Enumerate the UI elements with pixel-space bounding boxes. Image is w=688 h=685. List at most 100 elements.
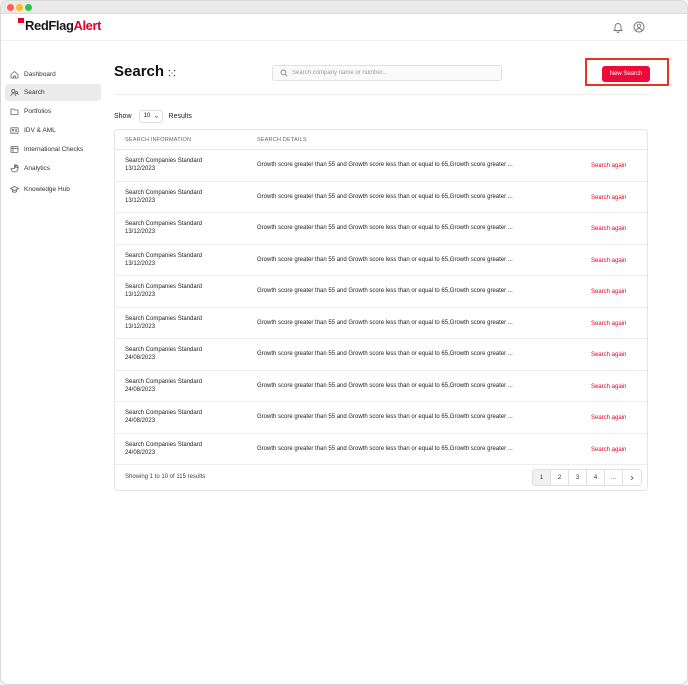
globe-icon <box>10 146 19 153</box>
results-count: Showing 1 to 10 of 115 results <box>125 474 206 480</box>
search-details: Growth score greater than 55 and Growth … <box>257 382 513 389</box>
table-row: Search Companies Standard 24/08/2023 Growt… <box>115 339 647 371</box>
new-search-button[interactable]: New Search <box>602 66 650 82</box>
table-row: Search Companies Standard 24/08/2023 Growt… <box>115 434 647 465</box>
search-details: Growth score greater than 55 and Growth … <box>257 445 513 452</box>
title-bar <box>1 1 687 14</box>
search-name: Search Companies Standard <box>125 158 203 164</box>
sidebar-item-idv-aml[interactable]: IDV & AML <box>5 122 101 139</box>
search-date: 13/12/2023 <box>125 197 156 204</box>
users-search-icon <box>10 88 19 97</box>
sidebar-item-portfolios[interactable]: Portfolios <box>5 103 101 120</box>
sidebar-item-label: International Checks <box>24 146 84 153</box>
search-name: Search Companies Standard <box>125 284 203 290</box>
search-details: Growth score greater than 55 and Growth … <box>257 256 513 263</box>
search-name: Search Companies Standard <box>125 315 203 322</box>
page-size-control: Show 10 Results <box>114 109 192 123</box>
search-again-link[interactable]: Search again <box>591 289 626 295</box>
header-divider <box>114 94 649 95</box>
search-again-link[interactable]: Search again <box>591 447 626 453</box>
page-button-2[interactable]: 2 <box>551 470 569 485</box>
search-date: 24/08/2023 <box>125 449 156 456</box>
page-button-3[interactable]: 3 <box>569 470 587 485</box>
minimize-window-button[interactable] <box>16 4 23 11</box>
sidebar-item-dashboard[interactable]: Dashboard <box>5 66 101 83</box>
bell-icon[interactable] <box>612 21 624 33</box>
next-page-button[interactable] <box>623 470 641 485</box>
flag-logo-mark <box>18 18 24 23</box>
search-again-link[interactable]: Search again <box>591 415 626 421</box>
table-row: Search Companies Standard 13/12/2023 Growt… <box>115 308 647 339</box>
page-button-1[interactable]: 1 <box>533 470 551 485</box>
sidebar-item-label: Portfolios <box>24 108 52 115</box>
column-header-search-information: SEARCH INFORMATION <box>125 137 192 143</box>
sidebar-item-knowledge-hub[interactable]: Knowledge Hub <box>5 181 101 198</box>
search-details: Growth score greater than 55 and Growth … <box>257 162 513 168</box>
grid-dots-icon[interactable] <box>168 69 176 77</box>
search-date: 13/12/2023 <box>125 323 156 330</box>
sidebar-item-label: Dashboard <box>24 71 56 78</box>
table-body: Search Companies Standard 13/12/2023 Growt… <box>115 150 647 465</box>
folder-icon <box>10 108 19 115</box>
user-circle-icon[interactable] <box>633 21 645 33</box>
show-label: Show <box>114 112 132 120</box>
search-details: Growth score greater than 55 and Growth … <box>257 351 513 357</box>
table-row: Search Companies Standard 13/12/2023 Growt… <box>115 150 647 182</box>
sidebar-item-international-checks[interactable]: International Checks <box>5 141 101 158</box>
pagination: 1 2 3 4 ... <box>532 469 642 486</box>
redflagalert-logo[interactable]: RedFlagAlert <box>18 18 102 33</box>
search-input[interactable] <box>292 70 492 76</box>
sidebar-item-analytics[interactable]: Analytics <box>5 160 101 177</box>
chevron-right-icon <box>630 475 634 480</box>
search-date: 24/08/2023 <box>125 386 156 393</box>
table-row: Search Companies Standard 24/08/2023 Growt… <box>115 371 647 402</box>
search-details: Growth score greater than 55 and Growth … <box>257 319 513 326</box>
new-search-highlight: New Search <box>585 58 669 86</box>
search-date: 24/08/2023 <box>125 418 156 424</box>
search-again-link[interactable]: Search again <box>591 258 626 264</box>
search-name: Search Companies Standard <box>125 189 203 196</box>
search-history-table: SEARCH INFORMATION SEARCH DETAILS Search… <box>114 129 648 491</box>
sidebar-item-label: Search <box>24 89 45 96</box>
page-title: Search <box>114 63 165 80</box>
search-name: Search Companies Standard <box>125 410 203 416</box>
close-window-button[interactable] <box>7 4 14 11</box>
search-date: 13/12/2023 <box>125 229 156 235</box>
column-header-search-details: SEARCH DETAILS <box>257 137 307 143</box>
search-name: Search Companies Standard <box>125 221 203 227</box>
sidebar-item-label: Knowledge Hub <box>24 186 70 193</box>
page-size-value: 10 <box>143 113 151 119</box>
search-again-link[interactable]: Search again <box>591 352 626 358</box>
search-name: Search Companies Standard <box>125 441 203 448</box>
id-card-icon <box>10 127 19 134</box>
search-name: Search Companies Standard <box>125 252 203 259</box>
top-header: RedFlagAlert <box>1 14 687 41</box>
sidebar-item-search[interactable]: Search <box>5 84 101 101</box>
chevron-down-icon <box>154 115 158 118</box>
page-size-select[interactable]: 10 <box>138 109 163 123</box>
search-again-link[interactable]: Search again <box>591 321 626 327</box>
search-date: 24/08/2023 <box>125 355 156 361</box>
search-date: 13/12/2023 <box>125 166 156 172</box>
table-footer: Showing 1 to 10 of 115 results 1 2 3 4 .… <box>115 465 647 490</box>
search-name: Search Companies Standard <box>125 347 203 353</box>
search-details: Growth score greater than 55 and Growth … <box>257 414 513 420</box>
search-details: Growth score greater than 55 and Growth … <box>257 225 513 231</box>
table-row: Search Companies Standard 13/12/2023 Growt… <box>115 213 647 245</box>
home-icon <box>10 70 19 79</box>
page-ellipsis[interactable]: ... <box>605 470 623 485</box>
search-again-link[interactable]: Search again <box>591 384 626 390</box>
search-name: Search Companies Standard <box>125 378 203 385</box>
table-row: Search Companies Standard 13/12/2023 Growt… <box>115 182 647 213</box>
company-search-box[interactable] <box>272 65 502 81</box>
search-details: Growth score greater than 55 and Growth … <box>257 193 513 200</box>
search-again-link[interactable]: Search again <box>591 195 626 201</box>
search-again-link[interactable]: Search again <box>591 163 626 169</box>
zoom-window-button[interactable] <box>25 4 32 11</box>
page-button-4[interactable]: 4 <box>587 470 605 485</box>
table-row: Search Companies Standard 24/08/2023 Growt… <box>115 402 647 434</box>
search-again-link[interactable]: Search again <box>591 226 626 232</box>
logo-accent-text: Alert <box>73 18 102 33</box>
logo-main-text: RedFlag <box>25 18 74 33</box>
sidebar-item-label: IDV & AML <box>24 127 56 134</box>
